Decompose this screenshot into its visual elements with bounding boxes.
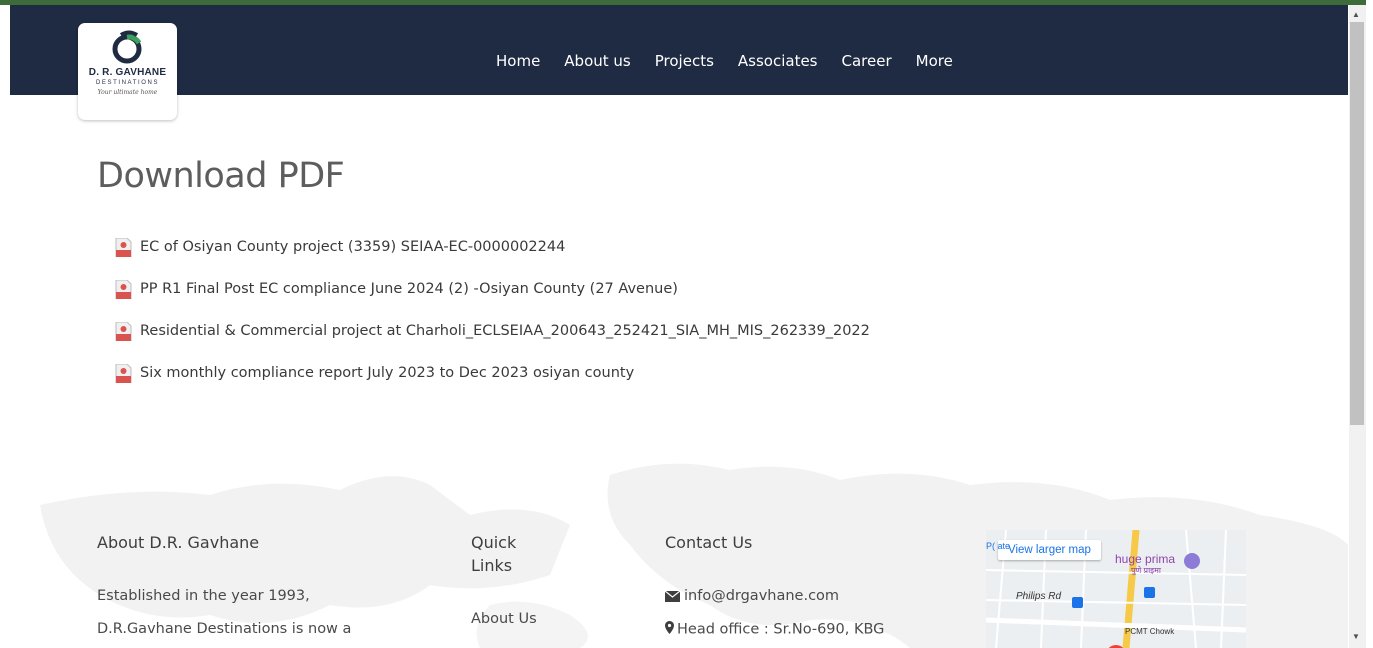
footer-link-about-us[interactable]: About Us bbox=[471, 611, 537, 627]
map-label-place-local: पुणे प्राइमा bbox=[1131, 566, 1161, 575]
map-marker-icon bbox=[665, 621, 674, 638]
pdf-link-text[interactable]: PP R1 Final Post EC compliance June 2024… bbox=[140, 281, 678, 297]
scroll-up-arrow-icon[interactable]: ▲ bbox=[1352, 10, 1360, 19]
footer-contact-email[interactable]: info@drgavhane.com bbox=[684, 588, 839, 604]
site-logo[interactable]: D. R. GAVHANE DESTINATIONS Your ultimate… bbox=[78, 23, 177, 120]
main-nav: Home About us Projects Associates Career… bbox=[496, 52, 977, 70]
bus-stop-icon bbox=[1072, 597, 1083, 608]
logo-swirl-icon bbox=[112, 30, 142, 64]
pdf-link-text[interactable]: Six monthly compliance report July 2023 … bbox=[140, 365, 634, 381]
footer-quick-links-title-line1: Quick bbox=[471, 533, 517, 552]
pdf-link[interactable]: Six monthly compliance report July 2023 … bbox=[115, 352, 870, 394]
map-label-road: Philips Rd bbox=[1016, 591, 1062, 602]
footer-about-line1: Established in the year 1993, bbox=[97, 588, 310, 604]
page-title: Download PDF bbox=[97, 156, 345, 196]
pdf-link[interactable]: PP R1 Final Post EC compliance June 2024… bbox=[115, 268, 870, 310]
envelope-icon bbox=[665, 590, 680, 602]
pdf-link[interactable]: Residential & Commercial project at Char… bbox=[115, 310, 870, 352]
map-label-edge: P( ate bbox=[986, 541, 1011, 551]
logo-brand-text: D. R. GAVHANE bbox=[88, 67, 167, 78]
footer-contact-address: Head office : Sr.No-690, KBG bbox=[677, 621, 885, 638]
map-label-place: huge prima bbox=[1115, 552, 1176, 566]
shopping-bag-icon bbox=[1184, 553, 1200, 569]
logo-sub-text: DESTINATIONS bbox=[95, 80, 160, 86]
logo-tagline: Your ultimate home bbox=[97, 89, 158, 96]
footer-contact-title: Contact Us bbox=[665, 533, 753, 552]
footer-contact-email-row[interactable]: info@drgavhane.com bbox=[665, 588, 839, 604]
pdf-link-text[interactable]: EC of Osiyan County project (3359) SEIAA… bbox=[140, 239, 565, 255]
footer-quick-links-title-line2: Links bbox=[471, 556, 513, 575]
nav-career[interactable]: Career bbox=[842, 52, 892, 70]
nav-home[interactable]: Home bbox=[496, 52, 540, 70]
nav-about-us[interactable]: About us bbox=[564, 52, 630, 70]
pdf-link-text[interactable]: Residential & Commercial project at Char… bbox=[140, 323, 870, 339]
pdf-icon bbox=[115, 237, 132, 257]
pdf-icon bbox=[115, 279, 132, 299]
nav-more[interactable]: More bbox=[916, 52, 953, 70]
bus-stop-icon bbox=[1144, 587, 1155, 598]
nav-associates[interactable]: Associates bbox=[738, 52, 818, 70]
pdf-list: EC of Osiyan County project (3359) SEIAA… bbox=[115, 226, 870, 394]
pdf-icon bbox=[115, 321, 132, 341]
nav-projects[interactable]: Projects bbox=[655, 52, 714, 70]
google-map-embed[interactable]: View larger map P( ate huge prima पुणे प… bbox=[986, 530, 1246, 648]
map-label-chowk: PCMT Chowk bbox=[1125, 627, 1175, 636]
footer-contact-address-row: Head office : Sr.No-690, KBG bbox=[665, 621, 884, 638]
window-right-border bbox=[1366, 0, 1373, 648]
footer-about-title: About D.R. Gavhane bbox=[97, 533, 260, 552]
scroll-down-arrow-icon[interactable]: ▼ bbox=[1352, 632, 1360, 641]
view-larger-map-button[interactable]: View larger map bbox=[998, 540, 1101, 560]
pdf-icon bbox=[115, 363, 132, 383]
site-footer: About D.R. Gavhane Established in the ye… bbox=[10, 445, 1348, 648]
pdf-link[interactable]: EC of Osiyan County project (3359) SEIAA… bbox=[115, 226, 870, 268]
site-header: Home About us Projects Associates Career… bbox=[10, 5, 1348, 95]
scrollbar-thumb[interactable] bbox=[1350, 22, 1364, 425]
footer-about-line2: D.R.Gavhane Destinations is now a bbox=[97, 621, 352, 637]
